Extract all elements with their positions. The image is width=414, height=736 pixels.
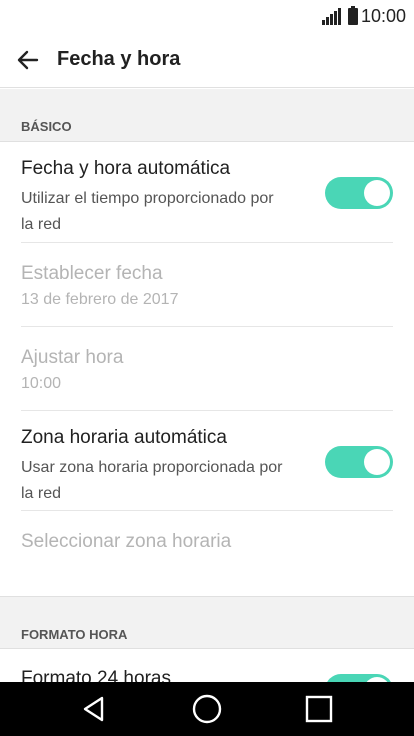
set-time-title: Ajustar hora (21, 347, 124, 368)
toggle-knob (364, 449, 390, 475)
auto-timezone-subtitle: Usar zona horaria proporcionada por la r… (21, 459, 283, 502)
select-timezone-title: Seleccionar zona horaria (21, 531, 232, 552)
set-date-value: 13 de febrero de 2017 (21, 291, 179, 308)
select-timezone-item[interactable]: Seleccionar zona horaria (21, 511, 393, 596)
status-time: 10:00 (360, 6, 406, 26)
status-icons: 10:00 (321, 6, 406, 27)
home-circle-icon (192, 694, 222, 724)
auto-date-time-item[interactable]: Fecha y hora automática Utilizar el tiem… (21, 142, 393, 243)
arrow-back-icon (17, 50, 39, 70)
auto-timezone-toggle[interactable] (325, 446, 393, 478)
auto-date-time-toggle[interactable] (325, 177, 393, 209)
app-bar: Fecha y hora (0, 32, 414, 88)
status-bar: 10:00 (0, 0, 414, 32)
back-button[interactable] (12, 44, 44, 76)
set-time-value: 10:00 (21, 375, 62, 392)
section-header-time-format: FORMATO HORA (0, 596, 414, 649)
section-header-basic: BÁSICO (0, 89, 414, 142)
toggle-knob (364, 180, 390, 206)
format-24h-toggle[interactable] (325, 674, 393, 682)
auto-date-time-subtitle: Utilizar el tiempo proporcionado por la … (21, 190, 274, 233)
nav-home-button[interactable] (177, 682, 237, 736)
navigation-bar (0, 682, 414, 736)
signal-icon (321, 7, 342, 25)
set-time-item[interactable]: Ajustar hora 10:00 (21, 327, 393, 411)
set-date-title: Establecer fecha (21, 263, 163, 284)
auto-timezone-item[interactable]: Zona horaria automática Usar zona horari… (21, 411, 393, 511)
format-24h-item[interactable]: Formato 24 horas (21, 649, 393, 682)
nav-back-button[interactable] (64, 682, 124, 736)
nav-recents-button[interactable] (289, 682, 349, 736)
back-triangle-icon (83, 696, 104, 722)
settings-list[interactable]: BÁSICO Fecha y hora automática Utilizar … (0, 89, 414, 682)
recents-square-icon (305, 695, 333, 723)
set-date-item[interactable]: Establecer fecha 13 de febrero de 2017 (21, 243, 393, 327)
battery-icon (347, 6, 358, 25)
page-title: Fecha y hora (57, 48, 181, 70)
